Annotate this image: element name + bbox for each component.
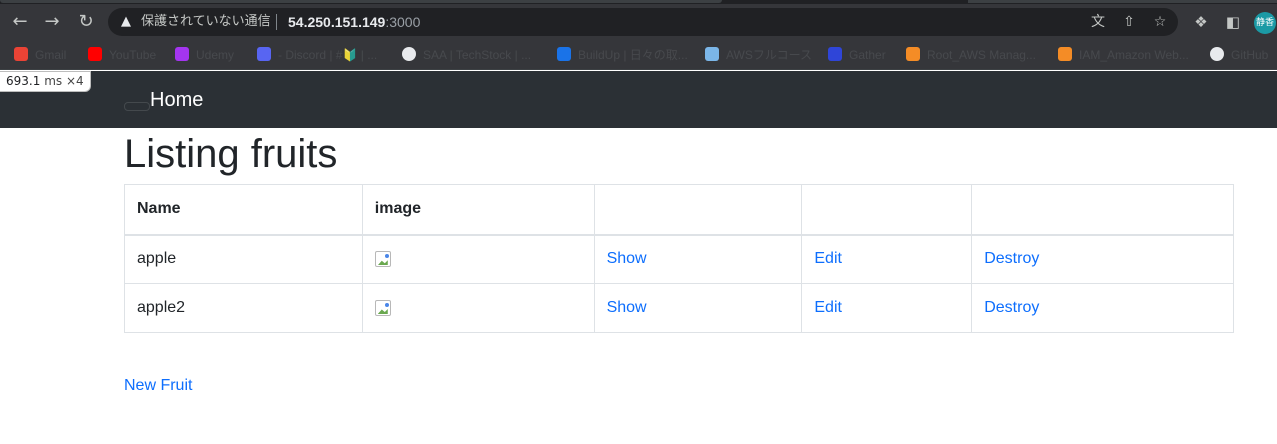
perf-multiplier: ×4 — [65, 74, 84, 88]
github-icon — [1210, 47, 1224, 61]
inactive-tab[interactable] — [968, 0, 1277, 3]
forward-arrow-icon[interactable]: → — [40, 10, 64, 34]
reload-icon[interactable]: ↻ — [74, 10, 98, 34]
new-fruit-link[interactable]: New Fruit — [124, 376, 192, 396]
url-host: 54.250.151.149 — [288, 14, 386, 30]
divider — [276, 14, 277, 30]
table-row: apple2 Show Edit Destroy — [124, 283, 1234, 333]
buildup-icon — [557, 47, 571, 61]
bookmark-aws-course[interactable]: AWSフルコース — [705, 47, 812, 63]
broken-image-icon — [374, 251, 391, 268]
aws-course-icon — [705, 47, 719, 61]
column-header-destroy — [971, 184, 1234, 235]
fruit-name: apple — [124, 234, 363, 284]
bookmark-udemy[interactable]: Udemy — [175, 47, 234, 63]
perf-unit: ms — [44, 74, 63, 88]
navbar-brand-home[interactable]: Home — [150, 88, 203, 112]
puzzle-icon[interactable]: ❖ — [1190, 11, 1212, 33]
fruits-table: Name image apple Show Edit Destroy apple… — [124, 184, 1234, 333]
active-tab[interactable] — [0, 0, 722, 3]
bookmark-root-aws[interactable]: Root_AWS Manag... — [906, 47, 1036, 63]
column-header-edit — [801, 184, 973, 235]
bookmark-iam-aws[interactable]: IAM_Amazon Web... — [1058, 47, 1189, 63]
bookmark-github[interactable]: GitHub — [1210, 47, 1268, 63]
perf-overlay: 693.1 ms ×4 — [0, 71, 91, 92]
table-header-row: Name image — [124, 184, 1234, 235]
fruit-image-cell — [361, 283, 595, 333]
destroy-link[interactable]: Destroy — [984, 250, 1039, 267]
perf-value: 693.1 — [6, 74, 41, 88]
gather-icon — [828, 47, 842, 61]
bookmark-youtube[interactable]: YouTube — [88, 47, 156, 63]
profile-avatar[interactable]: 静香 — [1254, 12, 1276, 34]
star-icon[interactable]: ☆ — [1150, 12, 1170, 32]
bookmark-gather[interactable]: Gather — [828, 47, 886, 63]
page-title: Listing fruits — [124, 132, 338, 176]
aws-icon — [1058, 47, 1072, 61]
translate-icon[interactable]: 文 — [1088, 12, 1108, 32]
back-arrow-icon[interactable]: ← — [8, 10, 32, 34]
column-header-name: Name — [124, 184, 363, 235]
table-row: apple Show Edit Destroy — [124, 234, 1234, 284]
fruit-image-cell — [361, 234, 595, 284]
navbar-toggler[interactable] — [124, 102, 150, 111]
browser-toolbar: ← → ↻ ▲ 保護されていない通信 54.250.151.149:3000 文… — [0, 4, 1277, 40]
edit-link[interactable]: Edit — [814, 250, 842, 267]
show-link[interactable]: Show — [607, 250, 647, 267]
bookmark-buildup[interactable]: BuildUp | 日々の取... — [557, 47, 688, 63]
bookmark-discord[interactable]: - Discord | #🔰 | ... — [257, 47, 377, 63]
security-status[interactable]: 保護されていない通信 — [141, 14, 271, 30]
bookmarks-bar: Gmail YouTube Udemy - Discord | #🔰 | ...… — [0, 40, 1277, 70]
address-bar[interactable]: ▲ 保護されていない通信 54.250.151.149:3000 文 ⇧ ☆ — [108, 8, 1178, 36]
side-panel-icon[interactable]: ◧ — [1222, 11, 1244, 33]
youtube-icon — [88, 47, 102, 61]
column-header-show — [593, 184, 803, 235]
column-header-image: image — [361, 184, 595, 235]
gmail-icon — [14, 47, 28, 61]
aws-icon — [906, 47, 920, 61]
fruit-name: apple2 — [124, 283, 363, 333]
discord-icon — [257, 47, 271, 61]
bookmark-gmail[interactable]: Gmail — [14, 47, 66, 63]
share-icon[interactable]: ⇧ — [1119, 12, 1139, 32]
udemy-icon — [175, 47, 189, 61]
globe-icon — [402, 47, 416, 61]
edit-link[interactable]: Edit — [814, 299, 842, 316]
url-port: :3000 — [385, 14, 421, 30]
show-link[interactable]: Show — [607, 299, 647, 316]
url-text[interactable]: 54.250.151.149:3000 — [288, 13, 420, 31]
bookmark-techstock[interactable]: SAA | TechStock | ... — [402, 47, 531, 63]
destroy-link[interactable]: Destroy — [984, 299, 1039, 316]
warning-icon[interactable]: ▲ — [118, 14, 134, 30]
broken-image-icon — [374, 300, 391, 316]
